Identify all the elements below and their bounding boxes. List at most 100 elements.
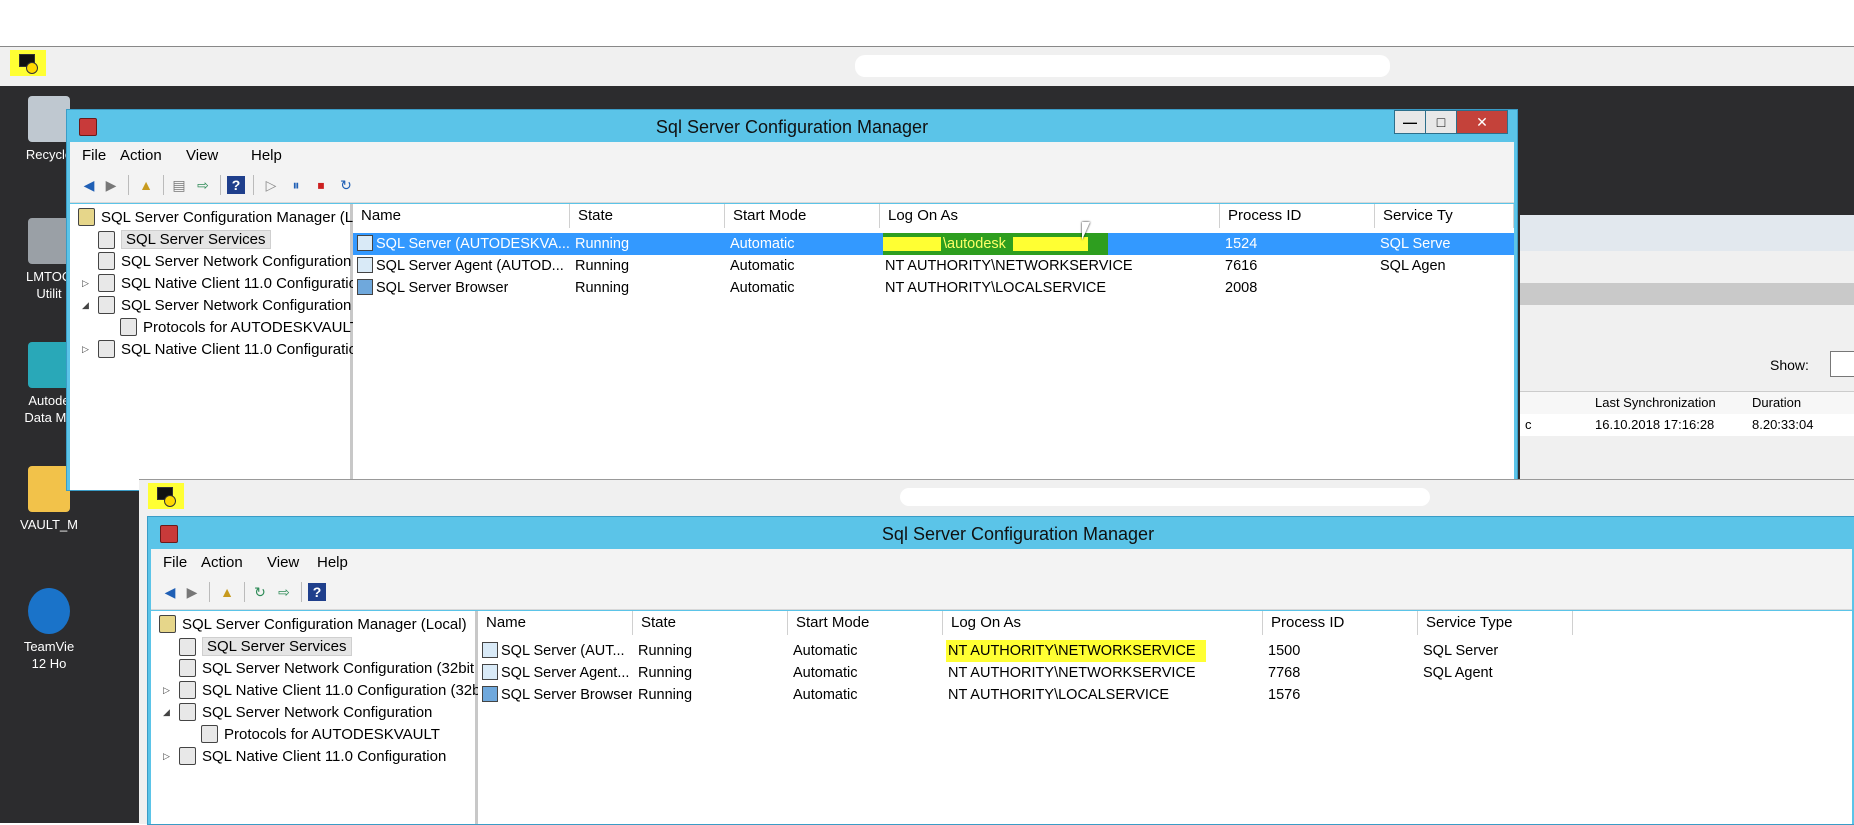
tree-network-config[interactable]: ◢ SQL Server Network Configuration (82, 296, 351, 314)
menu-action[interactable]: Action (120, 147, 162, 164)
recycle-bin-icon (28, 96, 70, 142)
menu-help[interactable]: Help (251, 147, 282, 164)
remote-desktop-icon[interactable] (10, 50, 46, 76)
tree-label: SQL Native Client 11.0 Configuration (32… (202, 681, 481, 699)
expand-icon[interactable]: ▷ (82, 344, 94, 355)
tree-native-client-32bit[interactable]: ▷ SQL Native Client 11.0 Configuration (3… (82, 274, 400, 292)
maximize-button[interactable]: □ (1425, 110, 1457, 134)
collapse-icon[interactable]: ◢ (82, 300, 94, 311)
col-state[interactable]: State (570, 204, 725, 228)
cell-start-mode: Automatic (730, 280, 795, 296)
export-list-icon[interactable]: ⇨ (194, 176, 212, 194)
bg-table-row[interactable]: c 16.10.2018 17:16:28 8.20:33:04 (1520, 414, 1854, 436)
tree-label: SQL Server Services (121, 230, 271, 249)
col-start-mode[interactable]: Start Mode (788, 611, 943, 635)
tree-native-client[interactable]: ▷ SQL Native Client 11.0 Configuration (163, 747, 446, 765)
service-row-sql-agent[interactable]: SQL Server Agent... Running Automatic NT… (478, 662, 1852, 684)
service-row-sql-server[interactable]: SQL Server (AUT... Running Automatic NT … (478, 640, 1852, 662)
title-bar[interactable]: Sql Server Configuration Manager (148, 517, 1854, 549)
up-folder-icon[interactable]: ▲ (218, 583, 236, 601)
col-state[interactable]: State (633, 611, 788, 635)
service-row-sql-browser[interactable]: SQL Server Browser Running Automatic NT … (478, 684, 1852, 706)
back-arrow-icon[interactable]: ◀ (80, 176, 98, 194)
forward-arrow-icon[interactable]: ▶ (183, 583, 201, 601)
row-prefix: c (1525, 417, 1532, 432)
tree-native-client-32bit[interactable]: ▷ SQL Native Client 11.0 Configuration (3… (163, 681, 481, 699)
protocols-icon (120, 318, 137, 336)
back-arrow-icon[interactable]: ◀ (161, 583, 179, 601)
tree-protocols[interactable]: Protocols for AUTODESKVAULT (120, 318, 359, 336)
col-start-mode[interactable]: Start Mode (725, 204, 880, 228)
upper-config-manager-window: Sql Server Configuration Manager — □ ✕ F… (66, 109, 1518, 491)
bg-app-header (1520, 215, 1854, 251)
col-log-on-as[interactable]: Log On As (880, 204, 1220, 228)
last-sync-cell: 16.10.2018 17:16:28 (1595, 417, 1715, 432)
services-icon (179, 637, 196, 656)
tree-network-config[interactable]: ◢ SQL Server Network Configuration (163, 703, 432, 721)
help-icon[interactable]: ? (227, 176, 245, 194)
col-service-type[interactable]: Service Ty (1375, 204, 1514, 228)
col-name[interactable]: Name (478, 611, 633, 635)
help-icon[interactable]: ? (308, 583, 326, 601)
server-config-icon (159, 615, 176, 633)
collapse-icon[interactable]: ◢ (163, 707, 175, 718)
restart-service-icon[interactable]: ↻ (337, 176, 355, 194)
col-process-id[interactable]: Process ID (1220, 204, 1375, 228)
forward-arrow-icon[interactable]: ▶ (102, 176, 120, 194)
start-service-icon[interactable]: ▷ (262, 176, 280, 194)
cell-state: Running (575, 280, 630, 296)
tree-label: SQL Server Network Configuration (202, 703, 433, 721)
tree-root[interactable]: SQL Server Configuration Manager (Local) (78, 208, 386, 226)
cell-log-on-as-highlighted: \autodesk (883, 233, 1108, 255)
col-log-on-as[interactable]: Log On As (943, 611, 1263, 635)
cell-process-id: 2008 (1225, 280, 1258, 296)
expand-icon[interactable]: ▷ (163, 685, 175, 696)
stop-service-icon[interactable]: ⏹ (312, 176, 330, 194)
close-button[interactable]: ✕ (1456, 110, 1508, 134)
cell-name: SQL Server Browser (376, 280, 509, 296)
refresh-icon[interactable]: ↻ (251, 583, 269, 601)
cell-log-on-as-highlighted: NT AUTHORITY\NETWORKSERVICE (946, 640, 1206, 662)
col-process-id[interactable]: Process ID (1263, 611, 1418, 635)
service-row-sql-browser[interactable]: SQL Server Browser Running Automatic NT … (353, 277, 1514, 299)
pause-service-icon[interactable]: ⏸ (287, 176, 305, 194)
redaction-mark (1013, 237, 1088, 251)
title-bar[interactable]: Sql Server Configuration Manager — □ ✕ (67, 110, 1517, 142)
minimize-button[interactable]: — (1394, 110, 1426, 134)
menu-file[interactable]: File (163, 554, 187, 571)
menu-action[interactable]: Action (201, 554, 243, 571)
service-row-sql-agent[interactable]: SQL Server Agent (AUTOD... Running Autom… (353, 255, 1514, 277)
teamviewer-desktop-icon[interactable]: TeamVie 12 Ho (14, 588, 84, 672)
export-list-icon[interactable]: ⇨ (275, 583, 293, 601)
tree-root[interactable]: SQL Server Configuration Manager (Local) (159, 615, 467, 633)
tree-protocols[interactable]: Protocols for AUTODESKVAULT (201, 725, 440, 743)
up-folder-icon[interactable]: ▲ (137, 176, 155, 194)
duration-header: Duration (1752, 395, 1802, 410)
toolbar: ◀ ▶ ▲ ↻ ⇨ ? (151, 575, 1852, 610)
tree-pane: SQL Server Configuration Manager (Local)… (151, 611, 481, 824)
menu-file[interactable]: File (82, 147, 106, 164)
cell-service-type: SQL Server (1423, 643, 1499, 659)
menu-view[interactable]: View (186, 147, 218, 164)
cell-start-mode: Automatic (793, 687, 858, 703)
expand-icon[interactable]: ▷ (82, 278, 94, 289)
tree-label: SQL Native Client 11.0 Configuration (202, 747, 447, 765)
menu-help[interactable]: Help (317, 554, 348, 571)
cell-process-id: 1576 (1268, 687, 1301, 703)
tree-network-config-32bit[interactable]: SQL Server Network Configuration (32bit (98, 252, 393, 270)
tree-sql-server-services[interactable]: SQL Server Services (179, 637, 352, 656)
cell-service-type: SQL Serve (1380, 236, 1451, 252)
col-service-type[interactable]: Service Type (1418, 611, 1573, 635)
tree-native-client[interactable]: ▷ SQL Native Client 11.0 Configuration (82, 340, 365, 358)
service-row-sql-server[interactable]: SQL Server (AUTODESKVA... Running Automa… (353, 233, 1514, 255)
expand-icon[interactable]: ▷ (163, 751, 175, 762)
menu-view[interactable]: View (267, 554, 299, 571)
remote-desktop-icon[interactable] (148, 483, 184, 509)
cell-state: Running (638, 665, 693, 681)
properties-icon[interactable]: ▤ (170, 176, 188, 194)
show-input[interactable] (1830, 351, 1854, 377)
col-name[interactable]: Name (353, 204, 570, 228)
tree-sql-server-services[interactable]: SQL Server Services (98, 230, 271, 249)
tree-network-config-32bit[interactable]: SQL Server Network Configuration (32bit (179, 659, 474, 677)
lower-config-manager-window: Sql Server Configuration Manager File Ac… (147, 516, 1854, 825)
